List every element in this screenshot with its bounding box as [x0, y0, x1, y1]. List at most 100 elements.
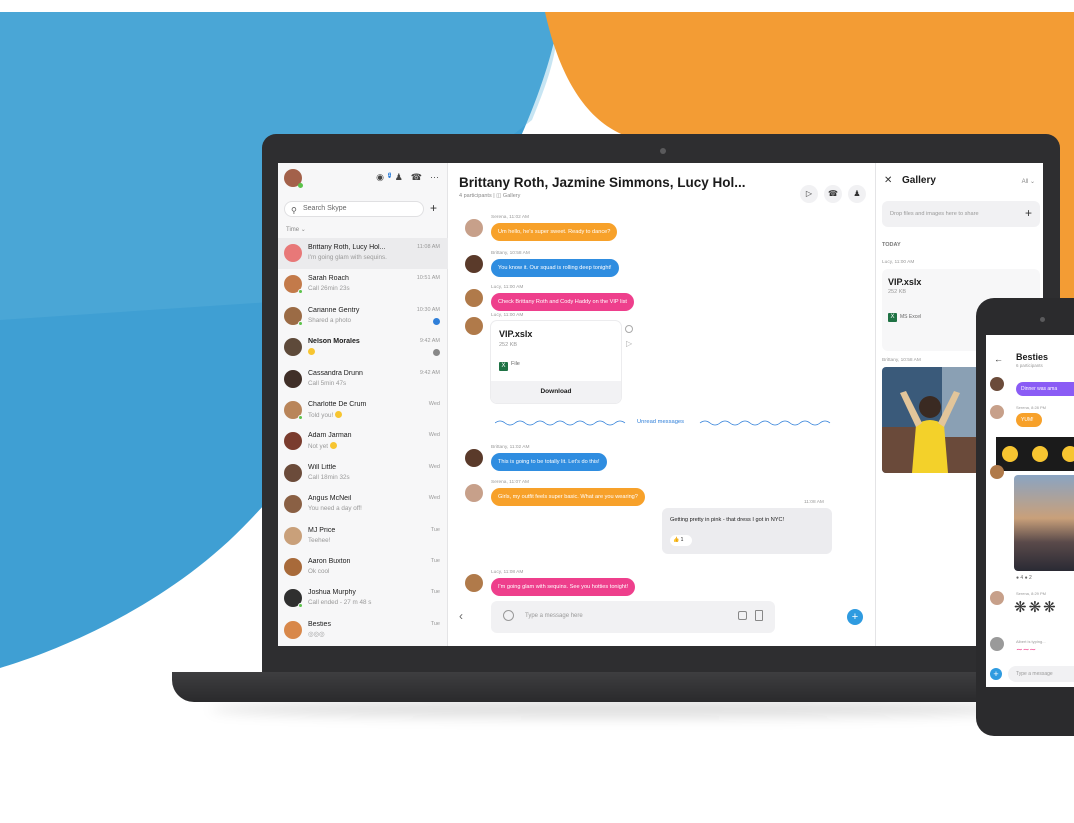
chat-list-item[interactable]: Joshua Murphy Call ended - 27 m 48 s Tue	[278, 583, 448, 614]
back-arrow-icon[interactable]: ←	[994, 354, 1003, 364]
download-button[interactable]: Download	[491, 381, 621, 403]
phone-add-button[interactable]: +	[990, 668, 1002, 680]
chat-name: Carianne Gentry	[308, 306, 360, 314]
chat-list-item[interactable]: Charlotte De Crum Told you! Wed	[278, 395, 448, 426]
chat-preview: Call ended - 27 m 48 s	[308, 599, 372, 607]
my-message[interactable]: Getting pretty in pink - that dress I go…	[662, 508, 832, 554]
chat-preview: ◎◎◎	[308, 630, 325, 638]
search-input[interactable]: ⚲ Search Skype	[284, 201, 424, 217]
add-icon[interactable]: +	[1025, 206, 1032, 220]
chat-name: Nelson Morales	[308, 338, 360, 346]
more-icon[interactable]: ···	[430, 172, 439, 184]
chat-list-item[interactable]: Cassandra Drunn Call 5min 47s 9:42 AM	[278, 364, 448, 395]
my-message-text: Getting pretty in pink - that dress I go…	[670, 517, 785, 523]
chat-time: Wed	[428, 432, 440, 439]
video-call-icon[interactable]: ▷	[800, 185, 818, 203]
file-attach-icon[interactable]	[755, 610, 763, 621]
message-bubble[interactable]: You know it. Our squad is rolling deep t…	[491, 259, 619, 277]
phone-bubble[interactable]: Dinner was ama	[1016, 382, 1074, 396]
chat-list-item[interactable]: Will Little Call 18min 32s Wed	[278, 458, 448, 489]
chat-list-item[interactable]: Nelson Morales 9:42 AM	[278, 332, 448, 363]
chat-name: Will Little	[308, 463, 337, 471]
file-name: VIP.xslx	[499, 329, 533, 339]
conversation-subtitle[interactable]: 4 participants | ◫ Gallery	[459, 193, 520, 199]
reaction-icon[interactable]	[625, 325, 633, 333]
forward-icon[interactable]: ▷	[626, 339, 632, 348]
avatar	[284, 244, 302, 262]
emoji-icon[interactable]	[503, 610, 514, 621]
avatar	[465, 449, 483, 467]
drop-zone[interactable]: Drop files and images here to share +	[882, 201, 1040, 227]
file-card[interactable]: VIP.xslx 252 KB X File Download	[491, 321, 621, 403]
typing-wave: ∼∼∼	[1016, 645, 1037, 654]
chat-preview: Told you!	[308, 410, 408, 419]
phone-meta: Serena, 8:28 PM	[1016, 405, 1047, 410]
phone-bubble[interactable]: YUM!	[1016, 413, 1042, 427]
presence-dot	[298, 289, 303, 295]
add-person-icon[interactable]: ♟	[848, 185, 866, 203]
close-icon[interactable]: ✕	[884, 175, 892, 186]
gallery-file-type: X MS Excel	[888, 313, 921, 322]
chat-list-item[interactable]: Brittany Roth, Lucy Hol... I'm going glam…	[278, 238, 448, 270]
gallery-photo[interactable]	[882, 367, 980, 473]
phone-chat-subtitle: 6 participants	[1016, 363, 1043, 368]
avatar	[465, 317, 483, 335]
new-chat-button[interactable]: +	[430, 201, 437, 215]
avatar	[284, 463, 302, 482]
message-bubble[interactable]: Um hello, he's super sweet. Ready to dan…	[491, 223, 618, 241]
chat-list-item[interactable]: Sarah Roach Call 26min 23s 10:51 AM	[278, 269, 448, 300]
conversation: Brittany Roth, Jazmine Simmons, Lucy Hol…	[449, 163, 874, 646]
search-icon: ⚲	[291, 206, 297, 215]
chat-icon[interactable]: ◉ 1	[376, 172, 391, 184]
message-bubble[interactable]: Check Brittany Roth and Cody Haddy on th…	[491, 293, 634, 311]
media-icon[interactable]	[738, 611, 747, 620]
emoji-strip	[996, 437, 1074, 471]
chat-list-item[interactable]: Carianne Gentry Shared a photo 10:30 AM	[278, 301, 448, 332]
chat-list-item[interactable]: Angus McNeil You need a day off! Wed	[278, 489, 448, 520]
chat-name: Charlotte De Crum	[308, 400, 367, 408]
file-size: 252 KB	[499, 342, 518, 348]
chat-name: Brittany Roth, Lucy Hol...	[308, 244, 386, 251]
gallery-filter[interactable]: All ⌄	[1022, 178, 1035, 185]
emoji-icon	[1062, 446, 1074, 462]
search-placeholder: Search Skype	[303, 205, 347, 212]
message-meta: Brittany, 11:02 AM	[491, 445, 530, 450]
phone-composer[interactable]: Type a message	[1008, 666, 1074, 682]
chat-list-item[interactable]: MJ Price Teehee! Tue	[278, 521, 448, 552]
chat-list-item[interactable]: Adam Jarman Not yet Wed	[278, 426, 448, 457]
chat-preview: Call 18min 32s	[308, 473, 350, 481]
avatar	[465, 484, 483, 502]
chat-name: Cassandra Drunn	[308, 369, 363, 377]
unread-label: Unread messages	[633, 419, 689, 425]
message-bubble[interactable]: This is going to be totally lit. Let's d…	[491, 453, 607, 471]
message-meta: Lucy, 11:08 AM	[491, 570, 524, 575]
typing-indicator: Albert is typing...	[1016, 639, 1046, 644]
phone-camera	[1040, 317, 1045, 322]
sort-dropdown[interactable]: Time ⌄	[286, 226, 306, 233]
chat-list-item[interactable]: Aaron Buxton Ok cool Tue	[278, 552, 448, 583]
avatar	[284, 495, 302, 514]
gallery-file-size: 252 KB	[888, 289, 907, 295]
sticker-row[interactable]: ❋❋❋	[1014, 598, 1058, 616]
chat-list-item[interactable]: Besties ◎◎◎ Tue	[278, 615, 448, 646]
conversation-title: Brittany Roth, Jazmine Simmons, Lucy Hol…	[459, 175, 746, 190]
phone-photo[interactable]	[1014, 475, 1074, 571]
back-arrow-icon[interactable]: ‹	[459, 609, 463, 623]
message-meta: Serena, 11:07 AM	[491, 480, 530, 485]
presence-dot	[298, 183, 303, 188]
sidebar-toolbar: ◉ 1 ♟ ☎ ···	[376, 172, 439, 184]
chat-time: Tue	[430, 589, 440, 596]
message-composer[interactable]: Type a message here	[491, 601, 775, 633]
chat-name: MJ Price	[308, 526, 336, 534]
reaction-badge[interactable]: 👍 1	[670, 535, 692, 546]
contacts-icon[interactable]: ♟	[395, 172, 403, 184]
photo-reactions[interactable]: ● 4 ● 2	[1016, 575, 1032, 581]
message-list: Lucy, 11:00 AM VIP.xslx 252 KB X File Dow…	[449, 211, 874, 596]
message-bubble[interactable]: I'm going glam with sequins. See you hot…	[491, 578, 636, 596]
audio-call-icon[interactable]: ☎	[824, 185, 842, 203]
call-icon[interactable]: ☎	[411, 172, 422, 184]
message-bubble[interactable]: Girls, my outfit feels super basic. What…	[491, 488, 645, 506]
send-button[interactable]: +	[847, 609, 863, 625]
chat-name: Joshua Murphy	[308, 589, 356, 597]
avatar	[284, 526, 302, 545]
